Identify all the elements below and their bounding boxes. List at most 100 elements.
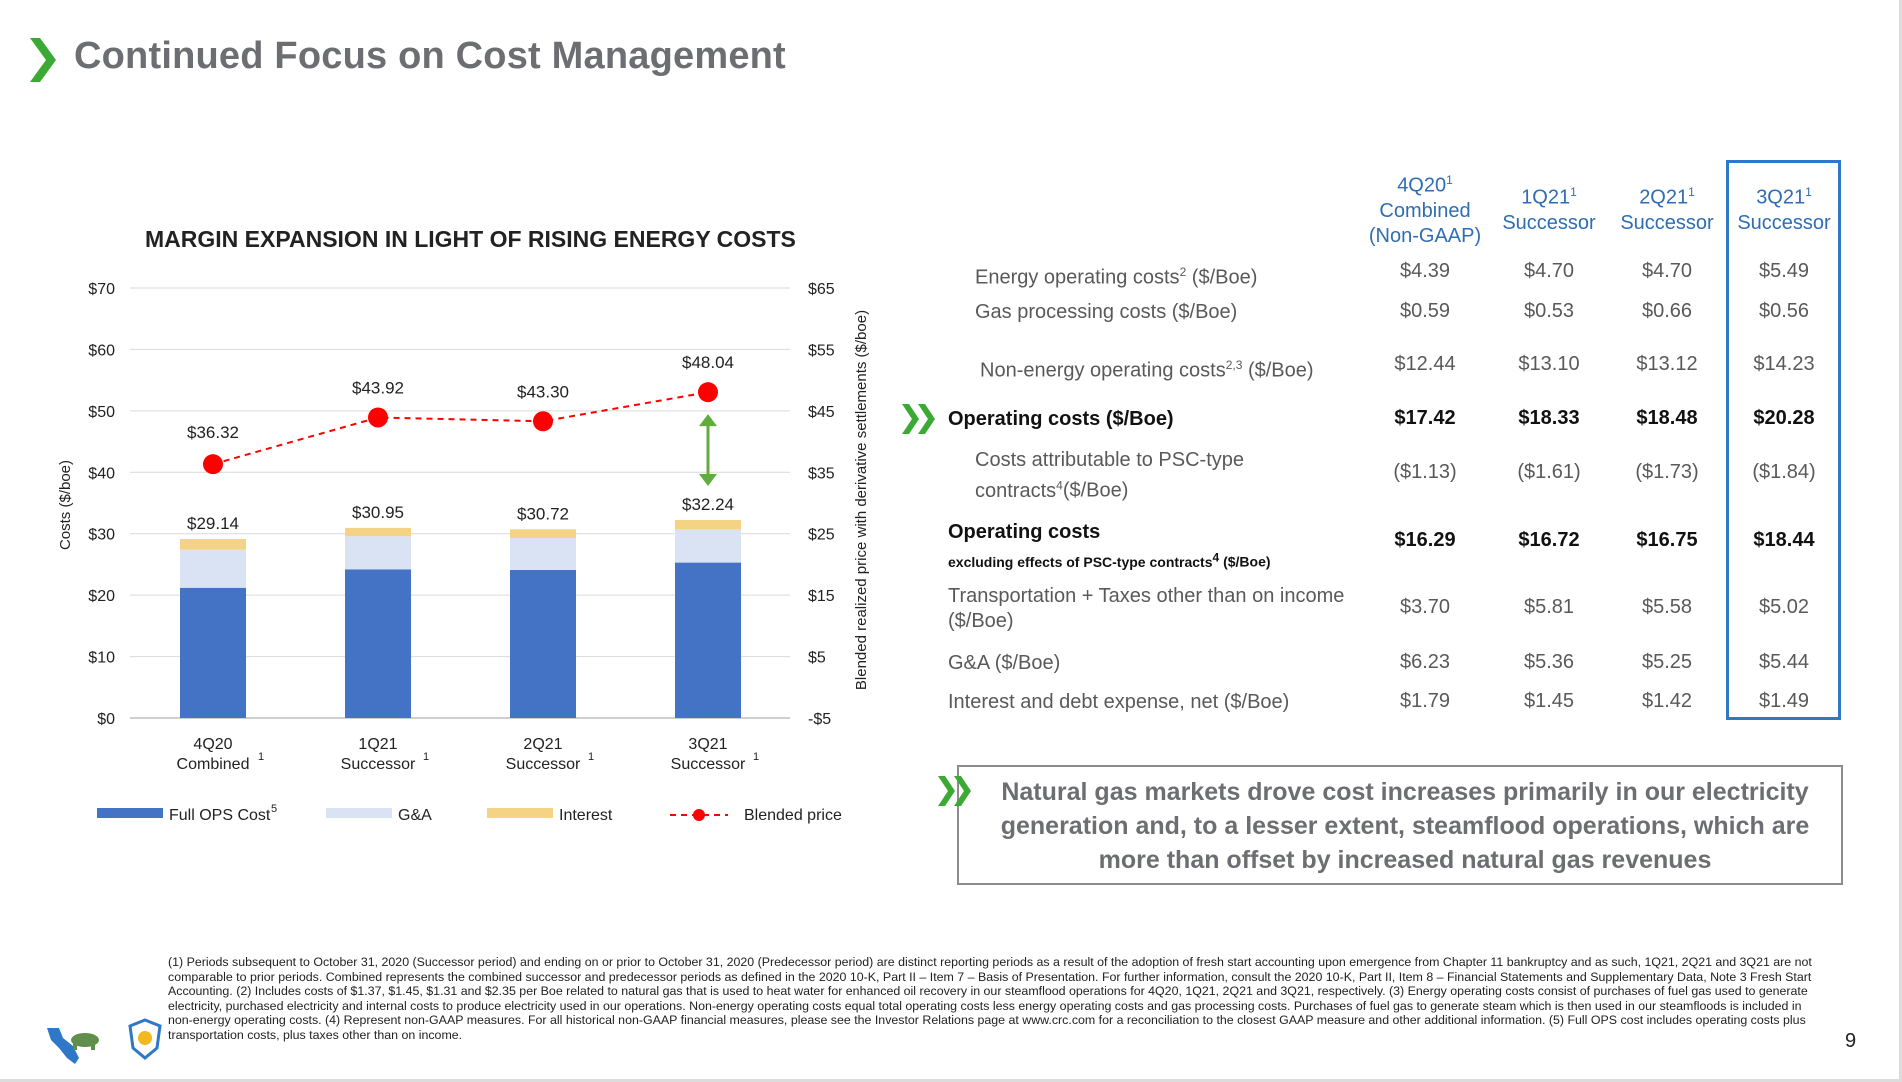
table-cell: $18.44 <box>1753 529 1815 551</box>
y2-tick-label: $5 <box>808 650 826 667</box>
table-header-line: Combined <box>1379 199 1471 222</box>
table-cell: $5.36 <box>1523 651 1575 673</box>
x-category-label: 2Q21 <box>523 736 562 753</box>
y2-axis-label: Blended realized price with derivative s… <box>853 310 870 690</box>
stack-total-label: $30.95 <box>352 503 404 522</box>
table-cell: $16.75 <box>1636 529 1698 551</box>
row-label-text: Costs attributable to PSC-type <box>975 449 1245 471</box>
table-cell: $5.49 <box>1758 260 1810 282</box>
table-cell: $0.59 <box>1399 300 1451 322</box>
row-chevron-icon <box>902 404 935 434</box>
table-header-line: 1Q211 <box>1521 185 1577 209</box>
row-label-text: Gas processing costs ($/Boe) <box>975 301 1238 323</box>
x-category-footnote-mark: 1 <box>258 751 264 763</box>
footnote-mark: 2,3 <box>1225 358 1243 372</box>
row-label-tail: ($/Boe) <box>1219 553 1271 570</box>
y-tick-label: $10 <box>88 650 115 667</box>
table-row-label: G&A ($/Boe) <box>948 651 1348 676</box>
table-header-2q21: 2Q211 Successor <box>1602 180 1732 236</box>
y-tick-label: $40 <box>88 465 115 482</box>
table-cell: $14.23 <box>1753 353 1815 375</box>
row-label-text: G&A ($/Boe) <box>948 652 1061 674</box>
table-cell: $18.48 <box>1636 407 1698 429</box>
footnote-mark: 1 <box>1805 185 1812 199</box>
california-bear-logo-icon <box>47 1028 99 1064</box>
legend-label: G&A <box>398 807 432 824</box>
x-category-label: 3Q21 <box>688 736 727 753</box>
company-logos <box>47 1018 162 1064</box>
bar-g-a-3 <box>675 529 741 563</box>
blended-price-line <box>212 391 709 466</box>
blended-price-label: $43.92 <box>352 378 404 397</box>
bar-g-a-2 <box>510 538 576 570</box>
table-cell: $17.42 <box>1394 407 1456 429</box>
blended-price-label: $36.32 <box>187 423 239 442</box>
table-cell: $5.58 <box>1641 596 1693 618</box>
legend-swatch <box>326 808 392 818</box>
y-axis-label: Costs ($/boe) <box>57 460 74 550</box>
table-cell: $16.29 <box>1394 529 1456 551</box>
table-header-line: 3Q211 <box>1756 185 1812 209</box>
y-tick-label: $0 <box>97 711 115 728</box>
bar-g-a-1 <box>345 536 411 570</box>
x-category-footnote-mark: 1 <box>588 751 594 763</box>
table-cell: $5.44 <box>1758 651 1810 673</box>
table-cell: ($1.13) <box>1393 461 1457 483</box>
footnote-mark: 1 <box>1688 185 1695 199</box>
table-cell: $13.12 <box>1636 353 1698 375</box>
table-row-label: Interest and debt expense, net ($/Boe) <box>948 690 1348 715</box>
table-cell: $1.45 <box>1523 690 1575 712</box>
blended-price-label: $48.04 <box>682 353 734 372</box>
y2-tick-label: $65 <box>808 281 835 298</box>
blended-price-label: $43.30 <box>517 382 569 401</box>
table-row-label: Gas processing costs ($/Boe) <box>975 300 1375 325</box>
row-label-text: Transportation + Taxes other than on inc… <box>948 585 1345 607</box>
table-header-3q21: 3Q211 Successor <box>1719 180 1849 236</box>
bar-full-ops-cost-0 <box>180 587 246 718</box>
bar-full-ops-cost-1 <box>345 569 411 718</box>
legend-label: Interest <box>559 807 613 824</box>
bar-g-a-0 <box>180 549 246 588</box>
blended-price-point <box>203 454 223 475</box>
row-label-tail: ($/Boe) <box>1186 266 1258 289</box>
table-cell: ($1.73) <box>1635 461 1699 483</box>
row-label-text-line2: contracts4 <box>975 478 1063 502</box>
table-header-line: Successor <box>1737 211 1831 234</box>
y2-tick-label: $55 <box>808 342 835 359</box>
stack-total-label: $30.72 <box>517 504 569 523</box>
page-number: 9 <box>1845 1030 1857 1052</box>
table-row-label: Transportation + Taxes other than on inc… <box>948 584 1348 634</box>
table-cell: $16.72 <box>1518 529 1580 551</box>
row-label-text-line2: excluding effects of PSC-type contracts4 <box>948 550 1220 570</box>
table-cell: $4.70 <box>1523 260 1575 282</box>
row-label-text: Interest and debt expense, net ($/Boe) <box>948 691 1290 713</box>
table-row-label: Operating costs excluding effects of PSC-… <box>948 520 1348 575</box>
callout-chevron-icon <box>938 776 971 806</box>
blended-price-point <box>533 411 553 432</box>
cost-chart: $0 $10 $20 $30 $40 $50 $60 $70 -$5 $5 $15 $25 $35 $45… <box>57 281 870 824</box>
table-cell: $3.70 <box>1399 596 1451 618</box>
bar-interest-3 <box>675 519 741 530</box>
table-header-line: Successor <box>1502 211 1596 234</box>
highlight-column-3q21 <box>1726 160 1841 720</box>
y-tick-label: $50 <box>88 404 115 421</box>
row-label-text: Non-energy operating costs <box>980 359 1226 382</box>
y2-tick-label: $15 <box>808 588 835 605</box>
footnote-mark: 4 <box>1056 478 1063 492</box>
footnote-mark: 1 <box>1570 185 1577 199</box>
table-cell: $5.25 <box>1641 651 1693 673</box>
blended-price-point <box>698 382 718 403</box>
x-category-sublabel: Successor <box>341 756 416 773</box>
footnote-mark: 1 <box>1446 173 1453 187</box>
row-label-text-line2: ($/Boe) <box>948 610 1014 632</box>
footnote: (1) Periods subsequent to October 31, 20… <box>168 955 1812 1042</box>
bar-interest-0 <box>180 538 246 550</box>
stack-total-label: $32.24 <box>682 495 734 514</box>
legend-swatch <box>487 808 553 818</box>
y2-tick-label: -$5 <box>808 711 831 728</box>
table-row-label: Operating costs ($/Boe) <box>948 407 1348 432</box>
margin-arrow-down-icon <box>699 473 717 486</box>
table-cell: $1.79 <box>1399 690 1451 712</box>
row-label-text: Operating costs ($/Boe) <box>948 408 1174 430</box>
legend-footnote-mark: 5 <box>271 803 277 815</box>
